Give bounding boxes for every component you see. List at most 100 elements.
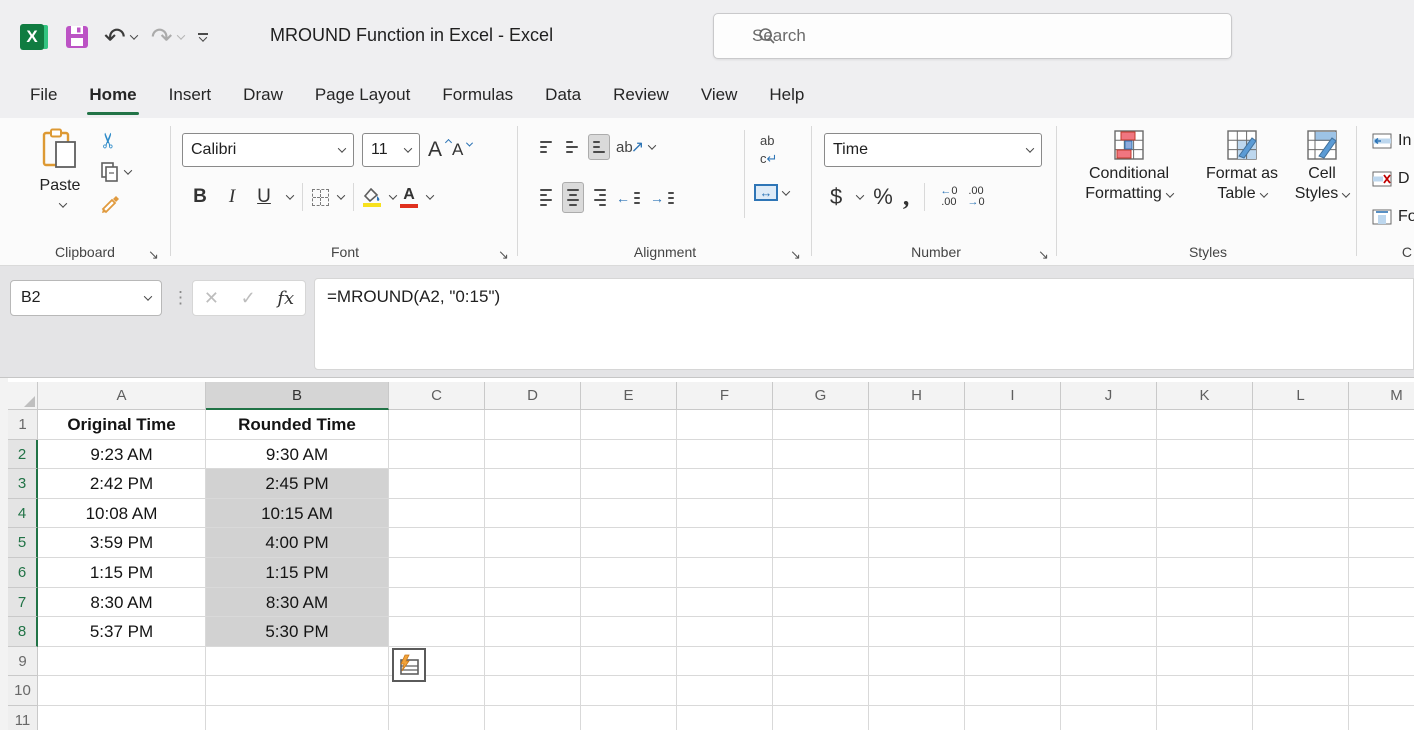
cell-M6[interactable] — [1349, 558, 1414, 588]
cell-M10[interactable] — [1349, 676, 1414, 706]
cut-icon[interactable]: ✂ — [98, 132, 119, 150]
cell-E10[interactable] — [581, 676, 677, 706]
chevron-down-icon[interactable] — [389, 191, 397, 199]
cell-A5[interactable]: 3:59 PM — [38, 528, 206, 558]
cell-K11[interactable] — [1157, 706, 1253, 730]
cell-G11[interactable] — [773, 706, 869, 730]
bottom-align-button[interactable] — [588, 134, 610, 160]
chevron-down-icon[interactable] — [58, 199, 66, 207]
cell-D11[interactable] — [485, 706, 581, 730]
underline-button[interactable]: U — [250, 186, 278, 208]
cell-G2[interactable] — [773, 440, 869, 470]
cell-H3[interactable] — [869, 469, 965, 499]
cell-L3[interactable] — [1253, 469, 1349, 499]
cell-K2[interactable] — [1157, 440, 1253, 470]
orientation-button[interactable]: ab ↗ — [616, 137, 655, 157]
cell-I5[interactable] — [965, 528, 1061, 558]
cell-D6[interactable] — [485, 558, 581, 588]
cell-J2[interactable] — [1061, 440, 1157, 470]
col-header-G[interactable]: G — [773, 382, 869, 410]
cell-F1[interactable] — [677, 410, 773, 440]
cell-I7[interactable] — [965, 588, 1061, 618]
tab-review[interactable]: Review — [597, 75, 685, 118]
comma-style-button[interactable]: , — [903, 182, 910, 212]
align-right-button[interactable] — [590, 183, 610, 212]
accounting-format-button[interactable]: $ — [830, 184, 842, 210]
cell-B7[interactable]: 8:30 AM — [206, 588, 389, 618]
cell-L2[interactable] — [1253, 440, 1349, 470]
search-box[interactable] — [713, 13, 1232, 59]
top-align-button[interactable] — [536, 135, 556, 159]
decrease-font-size-button[interactable]: A — [452, 140, 465, 160]
cell-B5[interactable]: 4:00 PM — [206, 528, 389, 558]
cell-F2[interactable] — [677, 440, 773, 470]
chevron-down-icon[interactable] — [130, 31, 138, 39]
format-painter-button[interactable] — [100, 193, 122, 220]
cell-C4[interactable] — [389, 499, 485, 529]
cell-E2[interactable] — [581, 440, 677, 470]
chevron-down-icon[interactable] — [426, 191, 434, 199]
cell-H8[interactable] — [869, 617, 965, 647]
cell-D3[interactable] — [485, 469, 581, 499]
cell-E1[interactable] — [581, 410, 677, 440]
insert-cells-button[interactable]: In — [1372, 132, 1411, 150]
redo-button[interactable]: ↷ — [151, 18, 184, 56]
cell-G3[interactable] — [773, 469, 869, 499]
cell-styles-button[interactable]: Cell Styles — [1292, 130, 1352, 204]
cell-F6[interactable] — [677, 558, 773, 588]
format-cells-button[interactable]: Fo — [1372, 208, 1414, 226]
cell-D1[interactable] — [485, 410, 581, 440]
font-name-combo[interactable]: Calibri — [182, 133, 354, 167]
cell-H10[interactable] — [869, 676, 965, 706]
col-header-C[interactable]: C — [389, 382, 485, 410]
col-header-A[interactable]: A — [38, 382, 206, 410]
bold-button[interactable]: B — [186, 186, 214, 208]
row-header-1[interactable]: 1 — [8, 410, 38, 440]
cell-H11[interactable] — [869, 706, 965, 730]
tab-insert[interactable]: Insert — [153, 75, 228, 118]
cell-D4[interactable] — [485, 499, 581, 529]
cell-G8[interactable] — [773, 617, 869, 647]
cell-F11[interactable] — [677, 706, 773, 730]
cell-G1[interactable] — [773, 410, 869, 440]
cell-A6[interactable]: 1:15 PM — [38, 558, 206, 588]
cell-L1[interactable] — [1253, 410, 1349, 440]
cell-I4[interactable] — [965, 499, 1061, 529]
cell-D7[interactable] — [485, 588, 581, 618]
cell-K9[interactable] — [1157, 647, 1253, 677]
cell-K3[interactable] — [1157, 469, 1253, 499]
cell-I11[interactable] — [965, 706, 1061, 730]
number-dialog-launcher-icon[interactable]: ↘ — [1038, 248, 1049, 261]
cell-H6[interactable] — [869, 558, 965, 588]
cell-B8[interactable]: 5:30 PM — [206, 617, 389, 647]
cell-M8[interactable] — [1349, 617, 1414, 647]
cell-J7[interactable] — [1061, 588, 1157, 618]
cell-E11[interactable] — [581, 706, 677, 730]
cell-B9[interactable] — [206, 647, 389, 677]
cell-J9[interactable] — [1061, 647, 1157, 677]
cell-F5[interactable] — [677, 528, 773, 558]
enter-icon[interactable]: ✓ — [241, 288, 256, 309]
chevron-down-icon[interactable] — [782, 187, 790, 195]
italic-button[interactable]: I — [218, 186, 246, 208]
decrease-indent-button[interactable]: ← — [616, 186, 644, 210]
cell-I8[interactable] — [965, 617, 1061, 647]
cell-J8[interactable] — [1061, 617, 1157, 647]
cell-M5[interactable] — [1349, 528, 1414, 558]
increase-decimal-button[interactable]: ←0.00 — [940, 186, 957, 208]
col-header-L[interactable]: L — [1253, 382, 1349, 410]
cell-I10[interactable] — [965, 676, 1061, 706]
tab-home[interactable]: Home — [73, 75, 152, 118]
cell-B10[interactable] — [206, 676, 389, 706]
cell-I2[interactable] — [965, 440, 1061, 470]
cell-J10[interactable] — [1061, 676, 1157, 706]
cell-A8[interactable]: 5:37 PM — [38, 617, 206, 647]
cell-A3[interactable]: 2:42 PM — [38, 469, 206, 499]
cell-A2[interactable]: 9:23 AM — [38, 440, 206, 470]
chevron-down-icon[interactable] — [286, 191, 294, 199]
cell-G6[interactable] — [773, 558, 869, 588]
cell-E8[interactable] — [581, 617, 677, 647]
cell-F8[interactable] — [677, 617, 773, 647]
row-header-3[interactable]: 3 — [8, 469, 38, 499]
format-as-table-button[interactable]: Format as Table — [1196, 130, 1288, 204]
